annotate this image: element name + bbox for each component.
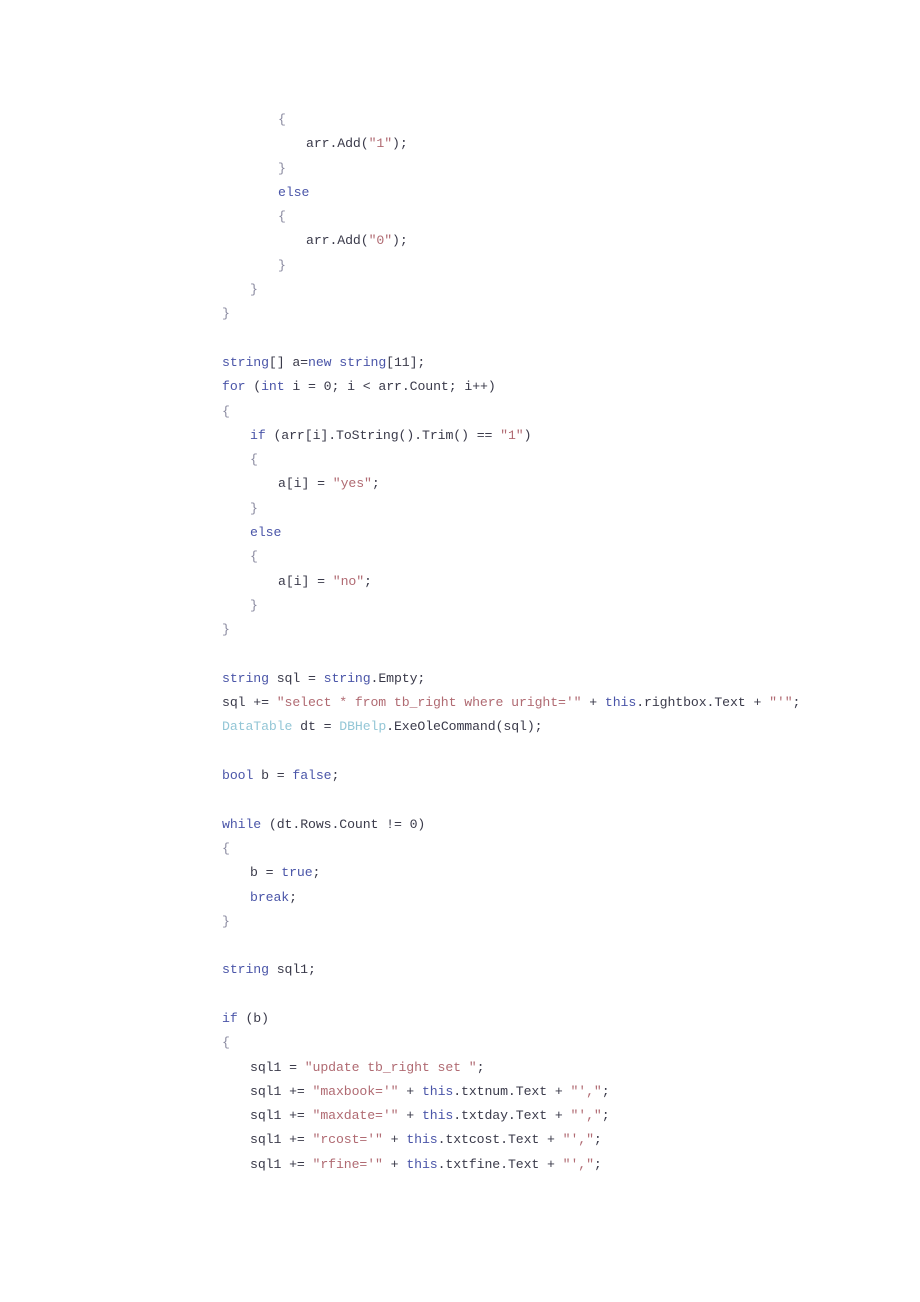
code-line: } — [222, 306, 230, 322]
code-line: sql += "select * from tb_right where uri… — [222, 695, 801, 711]
code-line: if (arr[i].ToString().Trim() == "1") — [250, 427, 532, 443]
code-line: string sql1; — [222, 962, 316, 978]
code-line: string[] a=new string[11]; — [222, 354, 426, 370]
code-line: break; — [250, 889, 297, 905]
code-line: a[i] = "no"; — [278, 573, 372, 589]
code-line: bool b = false; — [222, 768, 340, 784]
code-line: b = true; — [250, 865, 321, 881]
code-line: for (int i = 0; i < arr.Count; i++) — [222, 379, 496, 395]
code-listing: { arr.Add("1");} else { arr.Add("0");}}} str… — [222, 108, 882, 1177]
code-line: } — [278, 160, 286, 176]
code-line: a[i] = "yes"; — [278, 476, 380, 492]
code-line: arr.Add("1"); — [306, 136, 408, 152]
code-line: while (dt.Rows.Count != 0) — [222, 816, 426, 832]
code-line: sql1 += "maxdate='" + this.txtday.Text +… — [250, 1108, 610, 1124]
code-line: } — [250, 282, 258, 298]
document-page: { arr.Add("1");} else { arr.Add("0");}}} str… — [0, 0, 920, 1302]
code-line: sql1 += "maxbook='" + this.txtnum.Text +… — [250, 1083, 610, 1099]
code-line: { — [278, 209, 286, 225]
code-line: } — [278, 257, 286, 273]
code-line: sql1 += "rcost='" + this.txtcost.Text + … — [250, 1132, 602, 1148]
code-line: } — [250, 500, 258, 516]
code-line: } — [222, 913, 230, 929]
code-line: { — [250, 549, 258, 565]
code-line: } — [222, 622, 230, 638]
code-line: else — [250, 525, 282, 541]
code-line: else — [278, 184, 310, 200]
code-line: DataTable dt = DBHelp.ExeOleCommand(sql)… — [222, 719, 543, 735]
code-line: arr.Add("0"); — [306, 233, 408, 249]
code-line: } — [250, 597, 258, 613]
code-line: sql1 += "rfine='" + this.txtfine.Text + … — [250, 1156, 602, 1172]
code-line: { — [222, 403, 230, 419]
code-line: sql1 = "update tb_right set "; — [250, 1059, 485, 1075]
code-line: { — [250, 452, 258, 468]
code-line: { — [222, 840, 230, 856]
code-line: string sql = string.Empty; — [222, 670, 426, 686]
code-line: { — [278, 112, 286, 127]
code-line: { — [222, 1035, 230, 1051]
code-line: if (b) — [222, 1010, 269, 1026]
